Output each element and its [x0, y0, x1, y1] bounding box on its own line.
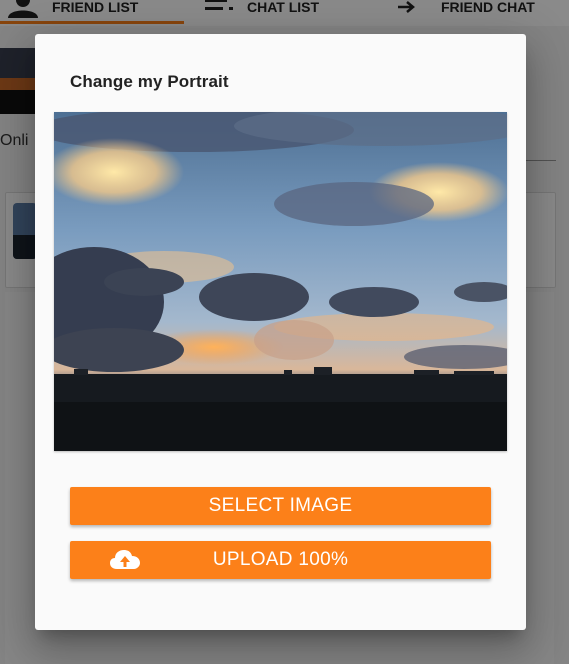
change-portrait-dialog: Change my Portrait SELECT IMAGE UPLOAD 1…: [35, 34, 526, 630]
portrait-preview-image: [54, 112, 507, 451]
upload-progress-label: UPLOAD 100%: [212, 549, 349, 570]
dialog-title: Change my Portrait: [70, 72, 229, 91]
cloud-upload-icon: [110, 550, 140, 569]
select-image-button[interactable]: SELECT IMAGE: [70, 487, 491, 525]
select-image-label: SELECT IMAGE: [208, 495, 353, 516]
upload-button[interactable]: UPLOAD 100%: [70, 541, 491, 579]
